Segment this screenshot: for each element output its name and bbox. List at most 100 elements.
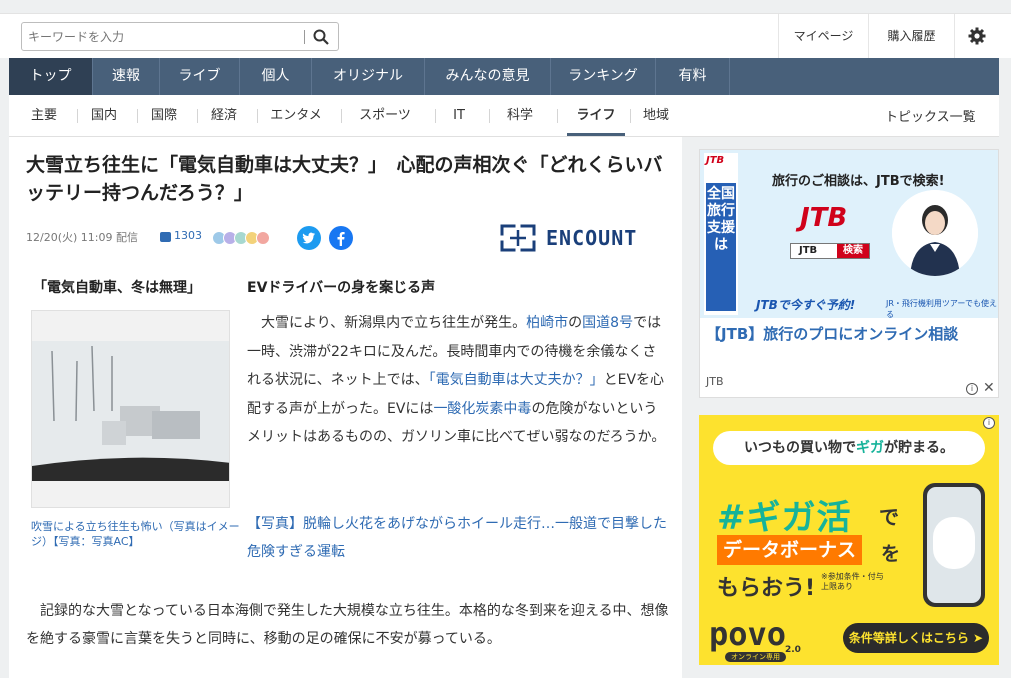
subnav-item-life[interactable]: ライフ (567, 106, 625, 126)
topics-list-link[interactable]: トピックス一覧 (885, 106, 976, 125)
related-photo-link[interactable]: 【写真】脱輪し火花をあげながらホイール走行…一般道で目撃した危険すぎる運転 (247, 510, 667, 566)
jtb-small-logo: JTB (706, 155, 725, 166)
gnav-paid[interactable]: 有料 (656, 58, 730, 95)
keyword-link-co-poisoning[interactable]: 一酸化炭素中毒 (433, 401, 531, 417)
article-date: 12/20(火) 11:09 配信 (26, 231, 138, 244)
reaction-face-icon (256, 231, 270, 245)
povo-version: 2.0 (785, 645, 801, 655)
ad-povo-particle: で (879, 505, 899, 529)
subnav-item-entertainment[interactable]: エンタメ (261, 106, 331, 126)
ad-povo-tagline: いつもの買い物でギガが貯まる。 (713, 431, 985, 465)
ad-jtb-side-panel: JTB 全国旅行支援は (704, 153, 738, 315)
settings-button[interactable] (954, 14, 998, 58)
staff-person-icon (892, 190, 978, 276)
ad-jtb-banner[interactable]: JTB 全国旅行支援は 旅行のご相談は、JTBで検索! JTB JTB 検索 J… (700, 150, 998, 318)
subnav-divider (435, 109, 436, 123)
subnav-item-region[interactable]: 地域 (633, 106, 679, 126)
tagline-accent: ギガ (856, 440, 884, 456)
encount-logo-icon (498, 223, 538, 253)
ad-povo[interactable]: i いつもの買い物でギガが貯まる。 #ギガ活 で データボーナス を もらおう!… (699, 415, 999, 665)
gnav-personal[interactable]: 個人 (240, 58, 312, 95)
search-input[interactable] (28, 28, 303, 46)
purchase-history-link[interactable]: 購入履歴 (868, 14, 954, 58)
ad-povo-particle: を (881, 543, 901, 565)
subnav-divider (137, 109, 138, 123)
subnav-item-it[interactable]: IT (439, 106, 479, 126)
subnav-divider (557, 109, 558, 123)
povo-logo: povo (709, 615, 787, 653)
ad-jtb-cta-note: JR・飛行機利用ツアーでも使える (886, 299, 997, 318)
gnav-breaking[interactable]: 速報 (93, 58, 160, 95)
twitter-icon (302, 232, 315, 244)
article-body-paragraph-1: 大雪により、新潟県内で立ち往生が発生。柏崎市の国道8号では一時、渋滞が22キロに… (247, 309, 667, 452)
reaction-faces[interactable] (212, 230, 270, 249)
subnav-divider (341, 109, 342, 123)
jtb-logo: JTB (800, 203, 848, 233)
ad-jtb-headline: 旅行のご相談は、JTBで検索! (772, 174, 945, 189)
category-nav: 主要 国内 国際 経済 エンタメ スポーツ IT 科学 ライフ 地域 トピックス… (9, 95, 999, 137)
ad-jtb[interactable]: JTB 全国旅行支援は 旅行のご相談は、JTBで検索! JTB JTB 検索 J… (699, 149, 999, 398)
source-logo[interactable]: ENCOUNT (498, 223, 668, 253)
gnav-top[interactable]: トップ (9, 58, 93, 95)
ad-povo-morao: もらおう! (717, 576, 816, 601)
keyword-link-ev[interactable]: 「電気自動車は大丈夫か？」 (429, 372, 604, 388)
subnav-divider (197, 109, 198, 123)
subnav-item-international[interactable]: 国際 (141, 106, 187, 126)
search-divider (304, 30, 305, 44)
search-box (21, 22, 339, 51)
ad-jtb-side-text: 全国旅行支援は (706, 183, 736, 311)
ad-povo-details-button[interactable]: 条件等詳しくはこちら ➤ (843, 623, 989, 653)
facebook-icon (337, 232, 345, 246)
povo-logo-sub: オンライン専用 (725, 652, 786, 662)
twitter-share-button[interactable] (297, 226, 321, 250)
jtb-search-box: JTB 検索 (790, 243, 870, 259)
article-body-paragraph-2: 記録的な大雪となっている日本海側で発生した大規模な立ち往生。本格的な冬到来を迎え… (26, 603, 669, 647)
body-text: 大雪により、新潟県内で立ち往生が発生。 (247, 315, 527, 331)
tagline-text: いつもの買い物で (744, 440, 856, 456)
subnav-divider (630, 109, 631, 123)
article-headline: 大雪立ち往生に「電気自動車は大丈夫？」 心配の声相次ぐ「どれくらいバッテリー持つ… (26, 154, 663, 204)
facebook-share-button[interactable] (329, 226, 353, 250)
article: 大雪立ち往生に「電気自動車は大丈夫？」 心配の声相次ぐ「どれくらいバッテリー持つ… (9, 137, 682, 678)
phone-screen (927, 487, 981, 603)
header-bar: マイページ 購入履歴 (0, 13, 1011, 58)
photo-heading: 「電気自動車、冬は無理」 (33, 280, 201, 296)
ad-info-icon[interactable]: i (983, 417, 995, 429)
subnav-item-sports[interactable]: スポーツ (345, 106, 425, 126)
ad-jtb-title[interactable]: 【JTB】旅行のプロにオンライン相談 (706, 322, 996, 346)
search-icon[interactable] (312, 28, 330, 46)
subnav-divider (257, 109, 258, 123)
ad-povo-note: ※参加条件・付与上限あり (821, 572, 884, 591)
gnav-live[interactable]: ライブ (160, 58, 240, 95)
ad-jtb-staff-image (892, 190, 978, 276)
mypage-link[interactable]: マイページ (778, 14, 868, 58)
subnav-active-indicator (567, 133, 625, 136)
keyword-link-route8[interactable]: 国道8号 (582, 315, 633, 331)
ad-jtb-source: JTB (706, 375, 724, 388)
subnav-item-economy[interactable]: 経済 (201, 106, 247, 126)
gnav-original[interactable]: オリジナル (312, 58, 425, 95)
ad-povo-hashtag: #ギガ活 (717, 498, 852, 538)
comment-icon[interactable] (160, 232, 171, 242)
gnav-opinions[interactable]: みんなの意見 (425, 58, 551, 95)
gnav-ranking[interactable]: ランキング (551, 58, 656, 95)
source-name: ENCOUNT (546, 226, 638, 250)
gear-icon (968, 27, 986, 45)
article-photo[interactable] (31, 310, 230, 508)
global-nav: トップ 速報 ライブ 個人 オリジナル みんなの意見 ランキング 有料 (9, 58, 999, 95)
snowy-road-photo (32, 311, 229, 507)
subnav-divider (77, 109, 78, 123)
subnav-divider (489, 109, 490, 123)
body-text: の (568, 315, 583, 331)
subnav-item-domestic[interactable]: 国内 (81, 106, 127, 126)
article-subheading: EVドライバーの身を案じる声 (247, 280, 436, 296)
photo-caption: 吹雪による立ち往生も怖い（写真はイメージ）【写真：写真AC】 (31, 520, 240, 548)
ad-close-icon[interactable]: ✕ (983, 380, 995, 396)
subnav-item-science[interactable]: 科学 (497, 106, 543, 126)
subnav-item-main[interactable]: 主要 (21, 106, 67, 126)
jtb-search-button: 検索 (837, 244, 869, 258)
ad-jtb-cta: JTBで今すぐ予約! (756, 298, 856, 312)
ad-info-icon[interactable]: i (966, 383, 978, 395)
comment-count[interactable]: 1303 (174, 229, 202, 242)
keyword-link-kashiwazaki[interactable]: 柏崎市 (526, 315, 568, 331)
